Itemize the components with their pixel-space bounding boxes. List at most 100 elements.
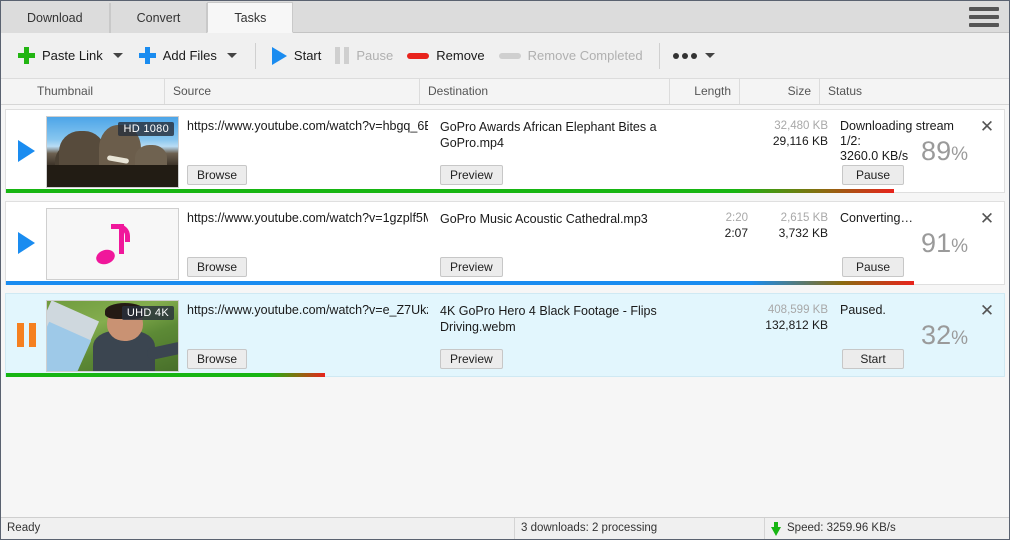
column-header-size[interactable]: Size bbox=[739, 79, 819, 104]
remove-completed-icon bbox=[498, 52, 521, 59]
chevron-down-icon bbox=[704, 53, 715, 58]
progress-bar-fill bbox=[6, 281, 915, 285]
hamburger-icon[interactable] bbox=[969, 7, 999, 27]
task-thumbnail-cell: UHD 4K bbox=[46, 294, 181, 372]
status-ready-text: Ready bbox=[7, 522, 41, 534]
source-url[interactable]: https://www.youtube.com/watch?v=e_Z7Ukz9… bbox=[187, 303, 428, 317]
size-total: 2,615 KB bbox=[780, 212, 828, 224]
task-thumbnail-cell: HD 1080 bbox=[46, 110, 181, 188]
task-state-toggle[interactable] bbox=[6, 294, 46, 376]
add-files-button[interactable]: Add Files bbox=[132, 39, 224, 73]
source-url[interactable]: https://www.youtube.com/watch?v=hbgq_6BG… bbox=[187, 119, 428, 133]
thumbnail-image[interactable] bbox=[46, 208, 179, 280]
tab-bar: Download Convert Tasks bbox=[1, 1, 1009, 33]
pause-label: Pause bbox=[356, 48, 394, 63]
paste-link-button[interactable]: Paste Link bbox=[11, 39, 110, 73]
progress-bar-fill bbox=[6, 189, 895, 193]
browse-button[interactable]: Browse bbox=[187, 257, 248, 277]
task-destination-cell: GoPro Awards African Elephant Bites a Go… bbox=[436, 110, 686, 192]
task-row[interactable]: https://www.youtube.com/watch?v=1gzplf5M… bbox=[5, 201, 1005, 285]
quality-badge: HD 1080 bbox=[118, 122, 174, 136]
browse-button[interactable]: Browse bbox=[187, 349, 248, 369]
tab-tasks[interactable]: Tasks bbox=[207, 2, 294, 33]
plus-icon bbox=[18, 47, 35, 64]
add-files-label: Add Files bbox=[162, 48, 217, 63]
status-text: Paused. bbox=[840, 303, 886, 317]
thumbnail-image[interactable]: UHD 4K bbox=[46, 300, 179, 372]
paste-link-label: Paste Link bbox=[42, 48, 103, 63]
hamburger-line bbox=[969, 15, 999, 19]
task-status-cell: Downloading stream 1/2: 3260.0 KB/s 89% … bbox=[836, 110, 1004, 192]
status-bar: Ready 3 downloads: 2 processing Speed: 3… bbox=[1, 517, 1009, 539]
pause-icon[interactable] bbox=[16, 323, 36, 347]
play-icon[interactable] bbox=[17, 140, 35, 162]
task-size-cell: 408,599 KB 132,812 KB bbox=[756, 294, 836, 333]
size-done: 3,732 KB bbox=[778, 226, 828, 240]
preview-button[interactable]: Preview bbox=[440, 257, 503, 277]
length-done: 2:07 bbox=[724, 226, 748, 240]
dot-icon bbox=[681, 52, 688, 59]
task-size-cell: 2,615 KB 3,732 KB bbox=[756, 202, 836, 241]
preview-button[interactable]: Preview bbox=[440, 165, 503, 185]
progress-bar bbox=[6, 281, 1004, 285]
close-icon[interactable]: ✕ bbox=[978, 302, 996, 320]
task-action-button[interactable]: Pause bbox=[842, 257, 904, 277]
task-length-cell: 2:20 2:07 bbox=[686, 202, 756, 241]
task-action-button[interactable]: Start bbox=[842, 349, 904, 369]
task-action-button[interactable]: Pause bbox=[842, 165, 904, 185]
progress-percent: 32% bbox=[921, 320, 968, 350]
plus-icon bbox=[138, 47, 156, 64]
task-source-cell: https://www.youtube.com/watch?v=e_Z7Ukz9… bbox=[181, 294, 436, 376]
column-header-length[interactable]: Length bbox=[669, 79, 739, 104]
status-speed-cell: Speed: 3259.96 KB/s bbox=[764, 518, 1009, 539]
size-done: 132,812 KB bbox=[765, 318, 828, 332]
size-total: 32,480 KB bbox=[774, 120, 828, 132]
toolbar-divider bbox=[658, 42, 660, 69]
play-icon[interactable] bbox=[17, 232, 35, 254]
toolbar-divider bbox=[254, 42, 256, 69]
pause-button[interactable]: Pause bbox=[328, 39, 400, 73]
status-downloads-text: 3 downloads: 2 processing bbox=[514, 518, 764, 539]
column-header-source[interactable]: Source bbox=[164, 79, 419, 104]
task-row[interactable]: HD 1080 https://www.youtube.com/watch?v=… bbox=[5, 109, 1005, 193]
close-icon[interactable]: ✕ bbox=[978, 210, 996, 228]
source-url[interactable]: https://www.youtube.com/watch?v=1gzplf5M… bbox=[187, 211, 428, 225]
task-size-cell: 32,480 KB 29,116 KB bbox=[756, 110, 836, 149]
task-destination-cell: GoPro Music Acoustic Cathedral.mp3 Previ… bbox=[436, 202, 686, 284]
task-state-toggle[interactable] bbox=[6, 110, 46, 192]
overflow-menu-button[interactable] bbox=[669, 52, 719, 59]
task-status-cell: Paused. 32% Start ✕ bbox=[836, 294, 1004, 376]
thumbnail-image[interactable]: HD 1080 bbox=[46, 116, 179, 188]
task-source-cell: https://www.youtube.com/watch?v=1gzplf5M… bbox=[181, 202, 436, 284]
destination-filename: GoPro Music Acoustic Cathedral.mp3 bbox=[440, 212, 648, 226]
close-icon[interactable]: ✕ bbox=[978, 118, 996, 136]
column-header-status[interactable]: Status bbox=[819, 79, 1009, 104]
tab-convert[interactable]: Convert bbox=[109, 3, 208, 33]
preview-button[interactable]: Preview bbox=[440, 349, 503, 369]
add-files-dropdown-icon[interactable] bbox=[226, 53, 237, 58]
remove-icon bbox=[407, 52, 430, 59]
paste-link-dropdown-icon[interactable] bbox=[112, 53, 123, 58]
remove-completed-button[interactable]: Remove Completed bbox=[492, 39, 650, 73]
task-list: HD 1080 https://www.youtube.com/watch?v=… bbox=[1, 105, 1009, 517]
task-source-cell: https://www.youtube.com/watch?v=hbgq_6BG… bbox=[181, 110, 436, 192]
start-button[interactable]: Start bbox=[265, 39, 328, 73]
column-header-destination[interactable]: Destination bbox=[419, 79, 669, 104]
task-length-cell bbox=[686, 294, 756, 303]
remove-button[interactable]: Remove bbox=[400, 39, 491, 73]
toolbar: Paste Link Add Files Start Pause Remove … bbox=[1, 33, 1009, 79]
music-note-icon bbox=[93, 224, 130, 267]
hamburger-line bbox=[969, 7, 999, 11]
task-state-toggle[interactable] bbox=[6, 202, 46, 284]
application-window: Download Convert Tasks Paste Link Add Fi… bbox=[0, 0, 1010, 540]
task-row[interactable]: UHD 4K https://www.youtube.com/watch?v=e… bbox=[5, 293, 1005, 377]
remove-completed-label: Remove Completed bbox=[527, 48, 643, 63]
column-header-row: Thumbnail Source Destination Length Size… bbox=[1, 79, 1009, 105]
task-thumbnail-cell bbox=[46, 202, 181, 280]
task-length-cell bbox=[686, 110, 756, 119]
start-label: Start bbox=[293, 48, 322, 63]
browse-button[interactable]: Browse bbox=[187, 165, 248, 185]
column-header-thumbnail[interactable]: Thumbnail bbox=[29, 79, 164, 104]
tab-download[interactable]: Download bbox=[1, 3, 110, 33]
play-icon bbox=[271, 46, 287, 65]
